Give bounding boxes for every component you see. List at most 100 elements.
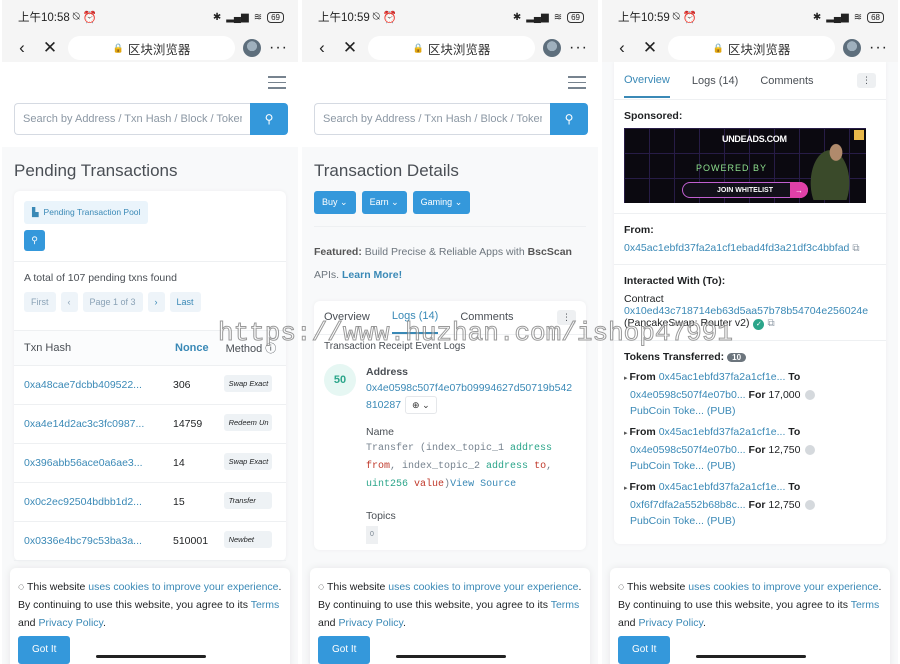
got-it-button[interactable]: Got It: [18, 636, 71, 664]
tab-logs[interactable]: Logs (14): [391, 300, 439, 334]
token-icon: [804, 390, 815, 401]
sig-text: ,: [546, 460, 553, 472]
first-page-button[interactable]: First: [24, 291, 56, 312]
close-icon[interactable]: ✕: [340, 38, 360, 58]
url-bar[interactable]: 🔒 区块浏览器: [668, 36, 836, 60]
table-row: 0x0336e4bc79c53ba3a... 510001 Newbet: [14, 521, 286, 561]
search-input[interactable]: [14, 102, 250, 135]
alarm-icon: ⏰: [682, 12, 698, 24]
lock-icon: 🔒: [412, 42, 424, 53]
search-input[interactable]: [314, 102, 550, 135]
cookie-text: .: [403, 617, 406, 629]
contract-address-link[interactable]: 0x10ed43c718714eb63d5aa57b78b54704e25602…: [624, 305, 876, 317]
transfer-from-link[interactable]: 0x45ac1ebfd37fa2a1cf1e...: [659, 371, 786, 383]
prev-page-button[interactable]: ‹: [60, 291, 78, 312]
copy-icon[interactable]: ⧉: [767, 318, 774, 329]
close-icon[interactable]: ✕: [40, 38, 60, 58]
tab-comments[interactable]: Comments: [760, 65, 813, 97]
terms-link[interactable]: Terms: [251, 599, 280, 611]
ad-choices-icon[interactable]: [854, 130, 864, 140]
privacy-link[interactable]: Privacy Policy: [38, 617, 103, 629]
privacy-link[interactable]: Privacy Policy: [638, 617, 703, 629]
more-icon[interactable]: ···: [269, 39, 288, 57]
interacted-label: Interacted With (To):: [624, 275, 726, 287]
txn-hash-link[interactable]: 0x0336e4bc79c53ba3a...: [14, 521, 165, 561]
pool-label: Pending Transaction Pool: [43, 207, 141, 217]
status-bar: 上午10:59 ⍉ ⏰ ✱ ▂▄▆ ≋ 68: [602, 0, 898, 34]
avatar[interactable]: [543, 39, 562, 57]
got-it-button[interactable]: Got It: [318, 636, 371, 664]
tab-overview[interactable]: Overview: [324, 301, 370, 333]
pending-pool-button[interactable]: ▙ Pending Transaction Pool: [24, 200, 149, 224]
log-address-link[interactable]: 0x4e0598c507f4e07b09994627d50719b5428102…: [366, 382, 572, 411]
tab-bar: Overview Logs (14) Comments ⋮: [614, 62, 886, 100]
token-name-link[interactable]: PubCoin Toke... (PUB): [630, 515, 735, 527]
back-icon[interactable]: ‹: [12, 38, 32, 58]
mute-icon: ⍉: [672, 10, 680, 23]
tab-comments[interactable]: Comments: [460, 301, 513, 333]
kebab-menu-icon[interactable]: ⋮: [857, 73, 876, 88]
url-bar[interactable]: 🔒 区块浏览器: [68, 36, 236, 60]
caret-right-icon[interactable]: ▸: [624, 485, 628, 492]
txn-hash-link[interactable]: 0xa48cae7dcbb409522...: [14, 365, 165, 405]
earn-dropdown[interactable]: Earn ⌄: [361, 190, 407, 214]
tab-overview[interactable]: Overview: [624, 64, 670, 98]
col-nonce[interactable]: Nonce: [165, 329, 216, 366]
wifi-icon: ≋: [253, 11, 263, 23]
from-address-link[interactable]: 0x45ac1ebfd37fa2a1cf1ebad4fd3a21df3c4bbf…: [624, 242, 849, 254]
last-page-button[interactable]: Last: [169, 291, 201, 312]
cookie-policy-link[interactable]: uses cookies to improve your experience: [388, 581, 578, 593]
page-title: Pending Transactions: [14, 160, 178, 180]
back-icon[interactable]: ‹: [312, 38, 332, 58]
transfer-to-link[interactable]: 0xf6f7dfa2a552b68b8c...: [630, 499, 746, 511]
avatar[interactable]: [843, 39, 862, 57]
search-button[interactable]: ⚲: [550, 102, 588, 135]
home-indicator[interactable]: [96, 655, 206, 658]
transfer-to-link[interactable]: 0x4e0598c507f4e07b0...: [630, 444, 746, 456]
from-word: From: [629, 426, 656, 438]
kebab-menu-icon[interactable]: ⋮: [557, 309, 576, 325]
menu-icon[interactable]: [568, 76, 586, 89]
terms-link[interactable]: Terms: [851, 599, 880, 611]
more-icon[interactable]: ···: [569, 39, 588, 57]
view-source-link[interactable]: View Source: [450, 479, 516, 490]
table-row: 0xa48cae7dcbb409522... 306 Swap Exact: [14, 365, 286, 405]
browser-bar: ‹ ✕ 🔒 区块浏览器 ···: [302, 34, 598, 62]
transfer-from-link[interactable]: 0x45ac1ebfd37fa2a1cf1e...: [659, 481, 786, 493]
sponsored-ad-banner[interactable]: UNDEADS.COM POWERED BY JOIN WHITELIST →: [624, 128, 866, 203]
search-button[interactable]: ⚲: [250, 102, 288, 135]
cookie-policy-link[interactable]: uses cookies to improve your experience: [688, 581, 878, 593]
txn-hash-link[interactable]: 0x396abb56ace0a6ae3...: [14, 443, 165, 483]
buy-dropdown[interactable]: Buy ⌄: [314, 190, 356, 214]
avatar[interactable]: [243, 39, 262, 57]
privacy-link[interactable]: Privacy Policy: [338, 617, 403, 629]
next-page-button[interactable]: ›: [147, 291, 165, 312]
txn-hash-link[interactable]: 0xa4e14d2ac3c3fc0987...: [14, 404, 165, 444]
caret-right-icon[interactable]: ▸: [624, 375, 628, 382]
copy-icon[interactable]: ⧉: [852, 243, 859, 254]
learn-more-link[interactable]: Learn More!: [342, 269, 402, 281]
status-bar: 上午10:59 ⍉ ⏰ ✱ ▂▄▆ ≋ 69: [302, 0, 598, 34]
menu-icon[interactable]: [268, 76, 286, 89]
tab-logs[interactable]: Logs (14): [692, 65, 738, 97]
txn-hash-link[interactable]: 0x0c2ec92504bdbb1d2...: [14, 482, 165, 522]
got-it-button[interactable]: Got It: [618, 636, 671, 664]
filter-search-button[interactable]: ⚲: [24, 229, 45, 251]
cookie-policy-link[interactable]: uses cookies to improve your experience: [88, 581, 278, 593]
back-icon[interactable]: ‹: [612, 38, 632, 58]
home-indicator[interactable]: [696, 655, 806, 658]
token-name-link[interactable]: PubCoin Toke... (PUB): [630, 405, 735, 417]
url-bar[interactable]: 🔒 区块浏览器: [368, 36, 536, 60]
gaming-dropdown[interactable]: Gaming ⌄: [412, 190, 471, 214]
more-icon[interactable]: ···: [869, 39, 888, 57]
caret-right-icon[interactable]: ▸: [624, 430, 628, 437]
token-name-link[interactable]: PubCoin Toke... (PUB): [630, 460, 735, 472]
terms-link[interactable]: Terms: [551, 599, 580, 611]
search-bar: ⚲: [314, 102, 588, 135]
transfer-from-link[interactable]: 0x45ac1ebfd37fa2a1cf1e...: [659, 426, 786, 438]
close-icon[interactable]: ✕: [640, 38, 660, 58]
sig-text: , index_topic_2: [390, 460, 487, 472]
transfer-to-link[interactable]: 0x4e0598c507f4e07b0...: [630, 389, 746, 401]
home-indicator[interactable]: [396, 655, 506, 658]
zoom-dropdown-button[interactable]: ⊕ ⌄: [405, 395, 437, 414]
